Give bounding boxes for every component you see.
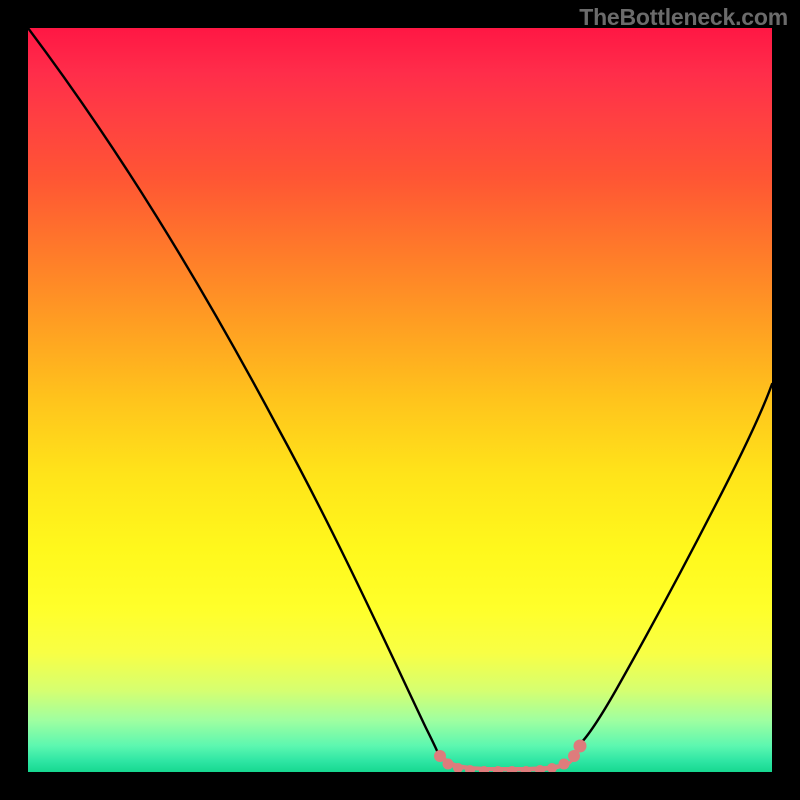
left-curve [28,28,440,758]
curves-layer [28,28,772,772]
chart-frame: TheBottleneck.com [0,0,800,800]
right-curve [580,384,772,744]
plot-area [28,28,772,772]
bottom-marker-band [434,740,587,773]
watermark-text: TheBottleneck.com [579,4,788,31]
